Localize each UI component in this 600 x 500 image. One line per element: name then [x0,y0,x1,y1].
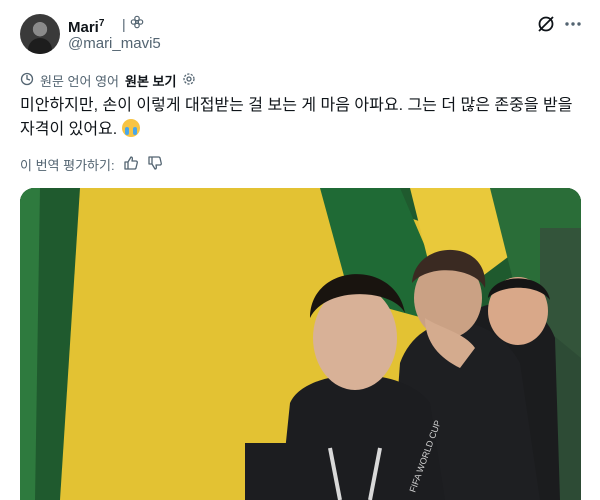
author-name-extra: | [122,15,144,32]
thumbs-up-icon[interactable] [123,155,139,174]
author-handle[interactable]: @mari_mavi5 [68,35,161,52]
grok-icon[interactable] [535,13,557,35]
rating-label: 이 번역 평가하기: [20,157,115,173]
tweet-post: Mari7 | @mari_mavi5 원문 언어 영어 원본 보기 미안하지만… [0,0,600,500]
translate-icon [20,72,34,89]
more-options-icon[interactable] [562,13,584,35]
photo-players-tunnel: FIFA WORLD CUP [20,188,581,500]
translation-rating: 이 번역 평가하기: [20,155,163,173]
crying-face-emoji [121,119,140,137]
tweet-media-photo[interactable]: FIFA WORLD CUP [20,188,581,500]
translation-label: 원문 언어 영어 [40,73,119,89]
thumbs-down-icon[interactable] [147,155,163,174]
flower-badge-icon [130,15,144,32]
translation-info: 원문 언어 영어 원본 보기 [20,71,196,89]
show-original-link[interactable]: 원본 보기 [125,71,176,90]
avatar[interactable] [20,14,60,54]
tweet-text: 미안하지만, 손이 이렇게 대접받는 걸 보는 게 마음 아파요. 그는 더 많… [20,97,573,138]
gear-icon[interactable] [182,72,196,89]
